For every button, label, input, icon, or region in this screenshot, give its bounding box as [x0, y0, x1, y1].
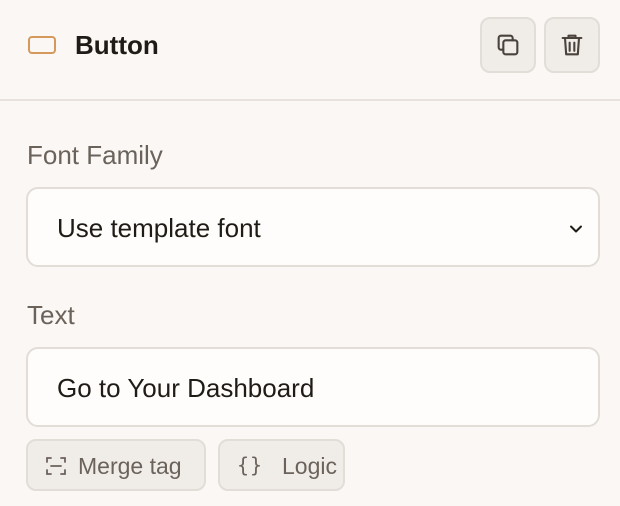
block-header: Button — [0, 0, 620, 101]
text-input[interactable] — [57, 371, 557, 405]
font-family-selected-value: Use template font — [57, 213, 261, 243]
button-block-icon — [28, 36, 56, 54]
block-title: Button — [75, 30, 159, 60]
text-label: Text — [27, 300, 75, 330]
delete-button[interactable] — [544, 17, 600, 73]
logic-label: Logic — [282, 453, 337, 479]
text-field — [26, 347, 600, 427]
font-family-select[interactable]: Use template font — [26, 187, 600, 267]
font-family-label: Font Family — [27, 140, 163, 170]
braces-icon: {} — [237, 453, 264, 477]
chevron-down-icon — [570, 225, 582, 233]
trash-icon — [561, 34, 583, 56]
merge-tag-icon — [46, 457, 66, 475]
merge-tag-button[interactable]: Merge tag — [26, 439, 206, 491]
copy-icon — [497, 34, 519, 56]
logic-button[interactable]: {} Logic — [218, 439, 345, 491]
duplicate-button[interactable] — [480, 17, 536, 73]
merge-tag-label: Merge tag — [78, 453, 182, 479]
